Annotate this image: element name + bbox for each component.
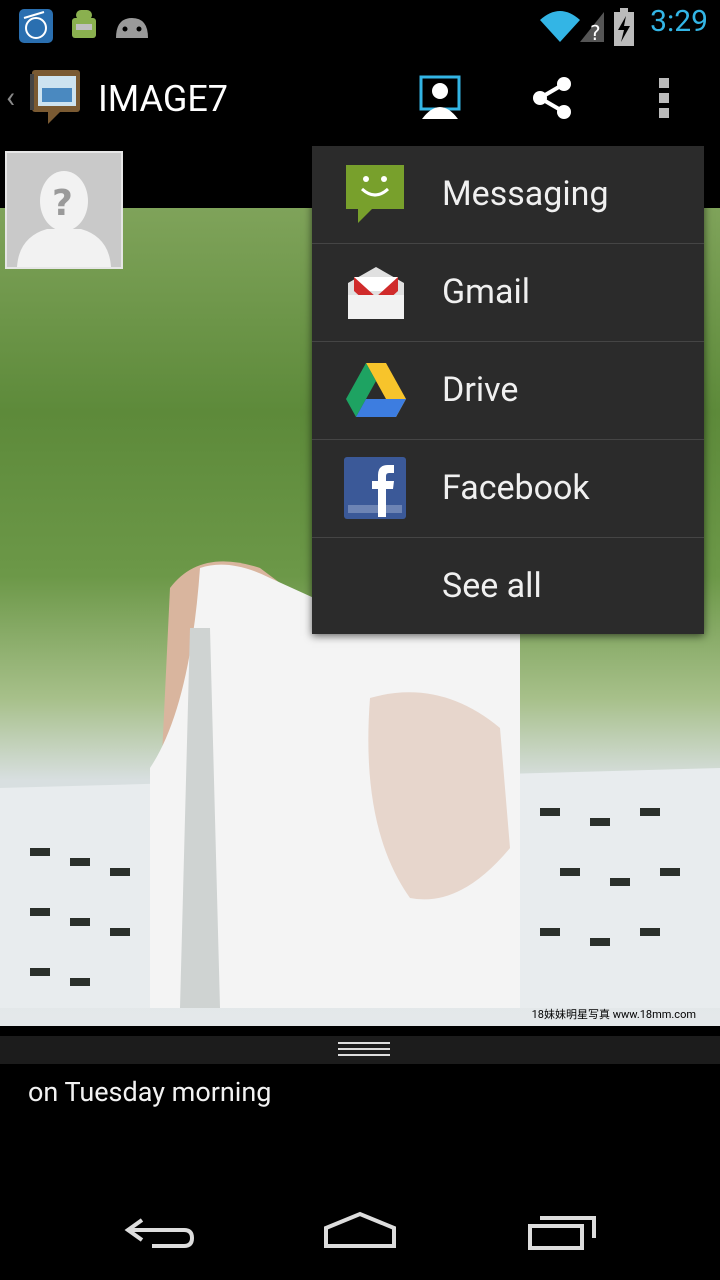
share-icon[interactable] xyxy=(522,70,582,126)
share-item-messaging[interactable]: Messaging xyxy=(312,146,704,244)
photo-watermark: 18妹妹明星写真 www.18mm.com xyxy=(531,1008,696,1021)
share-item-see-all[interactable]: See all xyxy=(312,538,704,636)
page-title: IMAGE7 xyxy=(98,78,229,120)
overflow-menu-icon[interactable] xyxy=(634,70,694,126)
messaging-icon xyxy=(344,163,408,227)
recent-apps-button-icon[interactable] xyxy=(516,1206,612,1254)
drag-handle-icon xyxy=(338,1042,390,1056)
svg-text:?: ? xyxy=(52,183,73,224)
action-bar: ‹ IMAGE7 xyxy=(0,50,720,146)
share-item-label: Drive xyxy=(442,370,519,410)
share-item-label: Messaging xyxy=(442,174,609,214)
share-item-gmail[interactable]: Gmail xyxy=(312,244,704,342)
details-drawer-handle[interactable] xyxy=(0,1036,720,1064)
intel-app-icon xyxy=(18,8,54,44)
contact-badge-avatar[interactable]: ? xyxy=(5,151,123,269)
share-item-label: See all xyxy=(442,566,542,606)
share-item-label: Gmail xyxy=(442,272,531,312)
back-button-icon[interactable] xyxy=(112,1206,208,1254)
contact-icon[interactable] xyxy=(410,70,470,126)
facebook-icon xyxy=(344,457,408,521)
drive-icon xyxy=(344,359,408,423)
signal-unknown-icon: ? xyxy=(578,8,606,45)
android-debug-icon xyxy=(66,8,102,44)
android-icon xyxy=(112,8,148,44)
status-bar: ? 3:29 xyxy=(0,0,720,50)
gmail-icon xyxy=(344,261,408,325)
photo-comment: on Tuesday morning xyxy=(28,1076,272,1108)
up-caret-icon[interactable]: ‹ xyxy=(6,80,15,115)
status-clock: 3:29 xyxy=(650,4,708,39)
wifi-icon xyxy=(538,8,582,44)
battery-charging-icon xyxy=(612,8,636,46)
app-gallery-icon[interactable] xyxy=(28,68,86,128)
share-popup-menu: Messaging Gmail Drive Facebook See all xyxy=(312,146,704,634)
share-item-drive[interactable]: Drive xyxy=(312,342,704,440)
home-button-icon[interactable] xyxy=(312,1206,408,1254)
share-item-facebook[interactable]: Facebook xyxy=(312,440,704,538)
navigation-bar xyxy=(0,1180,720,1280)
share-item-label: Facebook xyxy=(442,468,590,508)
unknown-person-icon: ? xyxy=(17,171,111,267)
svg-text:?: ? xyxy=(590,21,601,44)
